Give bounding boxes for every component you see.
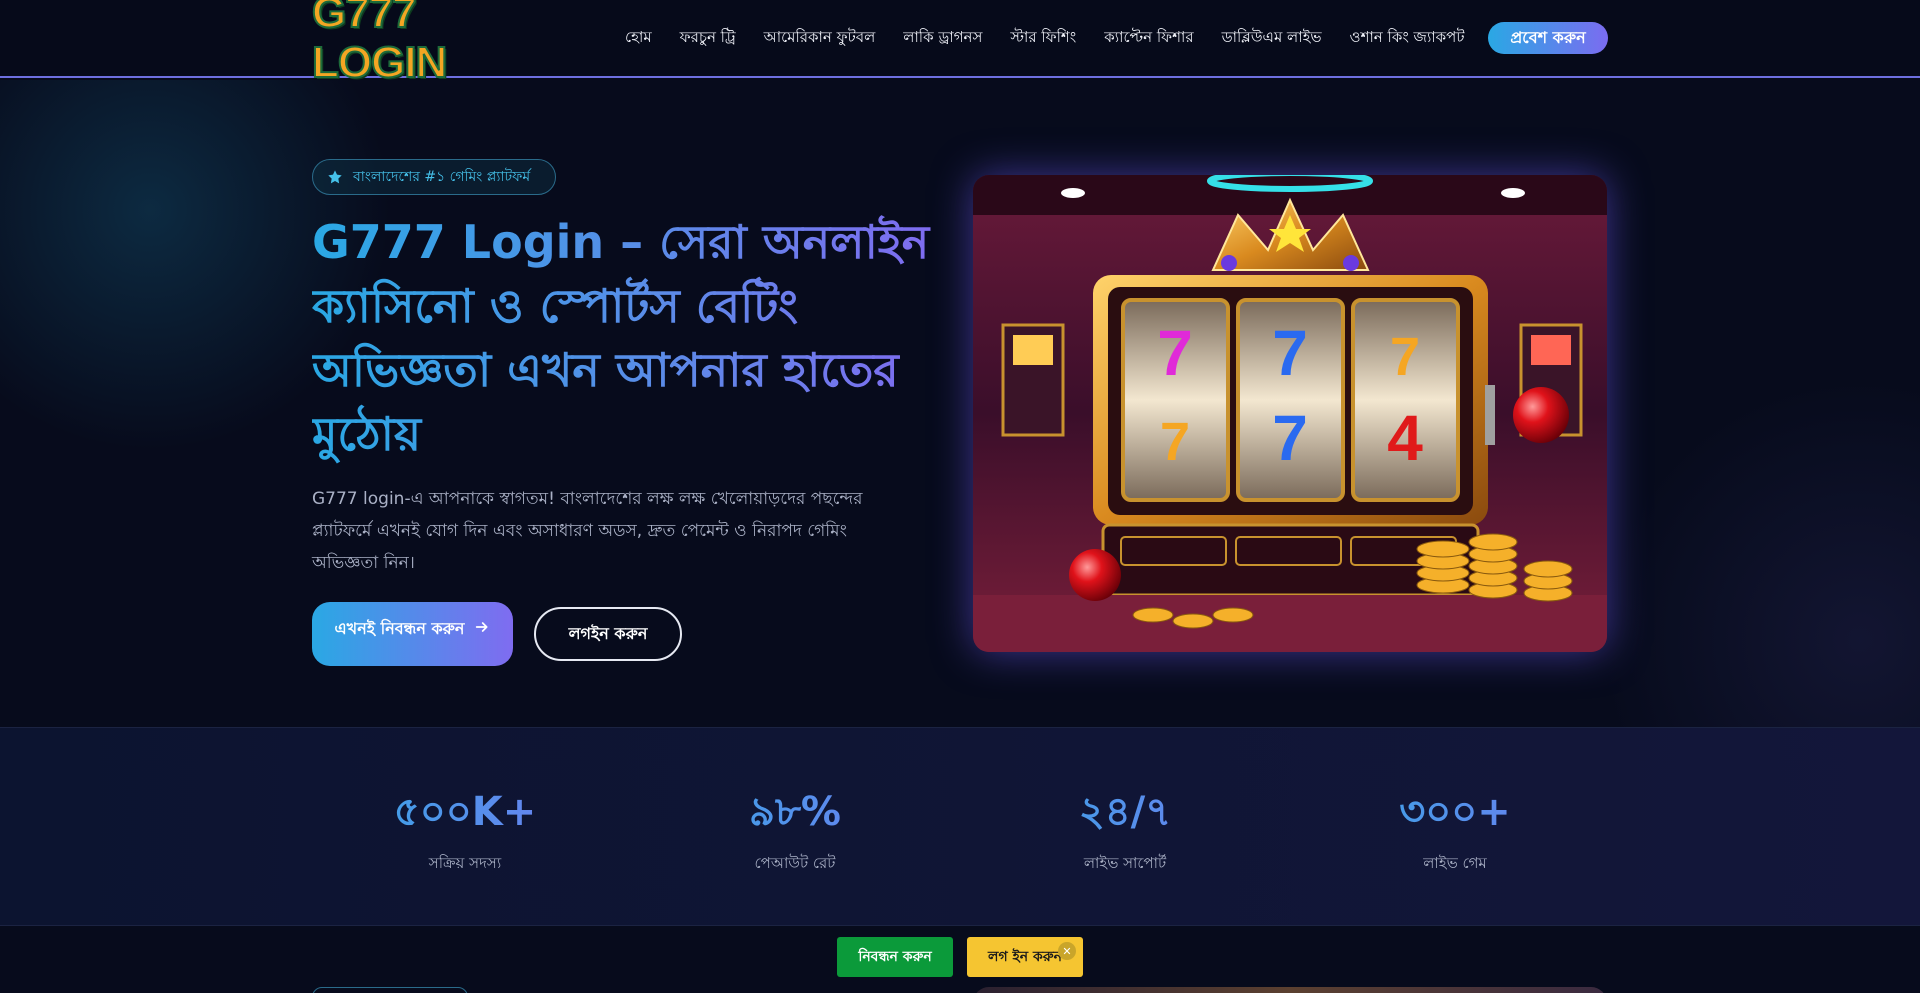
site-header: G777 LOGIN হোম ফরচুন ট্রি আমেরিকান ফুটবল…: [0, 0, 1920, 88]
stat-active-members: ৫০০K+ সক্রিয় সদস্য: [345, 788, 585, 877]
hero-title: G777 Login – সেরা অনলাইন ক্যাসিনো ও স্পো…: [312, 210, 932, 466]
nav-item-ocean-king-jackpot[interactable]: ওশান কিং জ্যাকপট: [1350, 26, 1465, 51]
star-icon: [327, 169, 343, 185]
hero-description: G777 login-এ আপনাকে স্বাগতম! বাংলাদেশের …: [312, 489, 863, 573]
floating-register-button[interactable]: নিবন্ধন করুন: [837, 937, 953, 977]
badge-text: বাংলাদেশের #১ গেমিং প্ল্যাটফর্ম: [353, 169, 531, 185]
hero-section: বাংলাদেশের #১ গেমিং প্ল্যাটফর্ম G777 Log…: [0, 80, 1920, 728]
svg-text:7: 7: [1390, 327, 1420, 387]
main-nav: হোম ফরচুন ট্রি আমেরিকান ফুটবল লাকি ড্রাগ…: [625, 22, 1493, 54]
arrow-right-icon: [474, 619, 490, 639]
next-section-badge: [312, 987, 468, 993]
stat-value: ৩০০+: [1335, 788, 1575, 836]
stat-label: পেআউট রেট: [754, 854, 836, 872]
svg-text:7: 7: [1272, 402, 1308, 474]
nav-item-captain-fisher[interactable]: ক্যাপ্টেন ফিশার: [1104, 26, 1193, 51]
close-icon[interactable]: ✕: [1058, 942, 1076, 960]
stat-value: ২৪/৭: [1005, 788, 1245, 836]
nav-item-american-football[interactable]: আমেরিকান ফুটবল: [764, 26, 876, 51]
stat-payout-rate: ৯৮% পেআউট রেট: [675, 788, 915, 877]
nav-item-lucky-dragons[interactable]: লাকি ড্রাগনস: [903, 26, 982, 51]
nav-item-star-fishing[interactable]: স্টার ফিশিং: [1010, 26, 1076, 51]
svg-text:7: 7: [1157, 317, 1193, 389]
svg-text:7: 7: [1272, 317, 1308, 389]
site-logo[interactable]: G777 LOGIN: [311, 0, 522, 88]
stat-label: সক্রিয় সদস্য: [428, 854, 502, 872]
nav-item-home[interactable]: হোম: [625, 26, 652, 51]
next-section-image: [973, 987, 1607, 993]
stat-value: ৯৮%: [675, 788, 915, 836]
stat-value: ৫০০K+: [345, 788, 585, 836]
svg-text:4: 4: [1387, 402, 1423, 474]
stats-section: ৫০০K+ সক্রিয় সদস্য ৯৮% পেআউট রেট ২৪/৭ ল…: [0, 728, 1920, 926]
svg-text:7: 7: [1160, 412, 1190, 472]
platform-badge: বাংলাদেশের #১ গেমিং প্ল্যাটফর্ম: [312, 159, 556, 195]
nav-item-wm-live[interactable]: ডাব্লিউএম লাইভ: [1222, 26, 1322, 51]
nav-item-fortune-tree[interactable]: ফরচুন ট্রি: [680, 26, 736, 51]
stat-live-support: ২৪/৭ লাইভ সাপোর্ট: [1005, 788, 1245, 877]
stat-label: লাইভ সাপোর্ট: [1083, 854, 1167, 872]
login-button[interactable]: লগইন করুন: [534, 607, 682, 661]
next-section: [0, 927, 1920, 993]
stat-live-games: ৩০০+ লাইভ গেম: [1335, 788, 1575, 877]
register-now-button[interactable]: এখনই নিবন্ধন করুন: [312, 602, 513, 666]
enter-button[interactable]: প্রবেশ করুন: [1488, 22, 1608, 54]
stat-label: লাইভ গেম: [1423, 854, 1487, 872]
register-now-label: এখনই নিবন্ধন করুন: [334, 618, 465, 638]
slot-machine-image: 7 7 7 7 7 4: [973, 175, 1607, 652]
